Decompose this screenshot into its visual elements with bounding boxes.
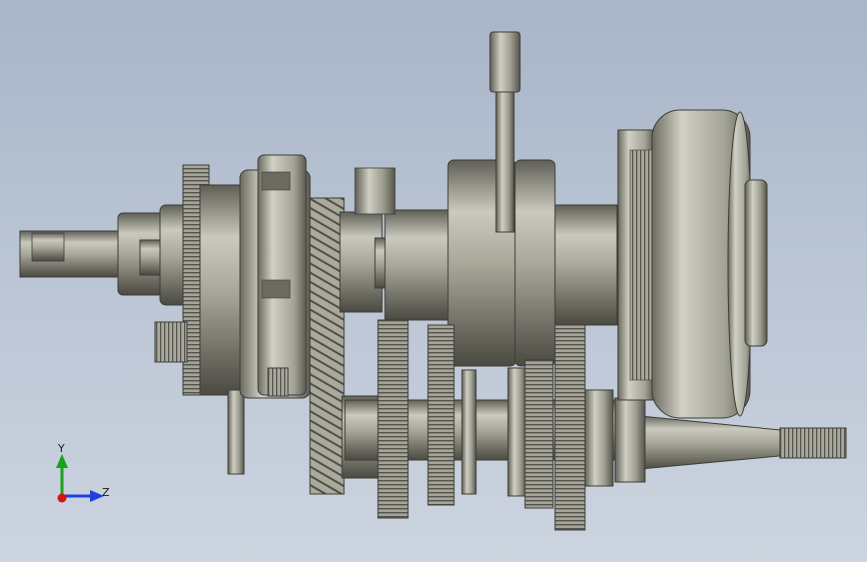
flywheel-rotor[interactable] bbox=[617, 109, 768, 419]
clutch-housing[interactable] bbox=[239, 154, 311, 399]
z-axis-label: Z bbox=[102, 486, 110, 499]
axis-triad: Y Z bbox=[50, 438, 120, 508]
cad-viewport[interactable]: Y Z bbox=[0, 0, 867, 562]
y-axis-label: Y bbox=[58, 442, 65, 455]
gearbox-3d-model[interactable] bbox=[0, 0, 867, 562]
sprocket-assembly[interactable] bbox=[154, 164, 246, 475]
